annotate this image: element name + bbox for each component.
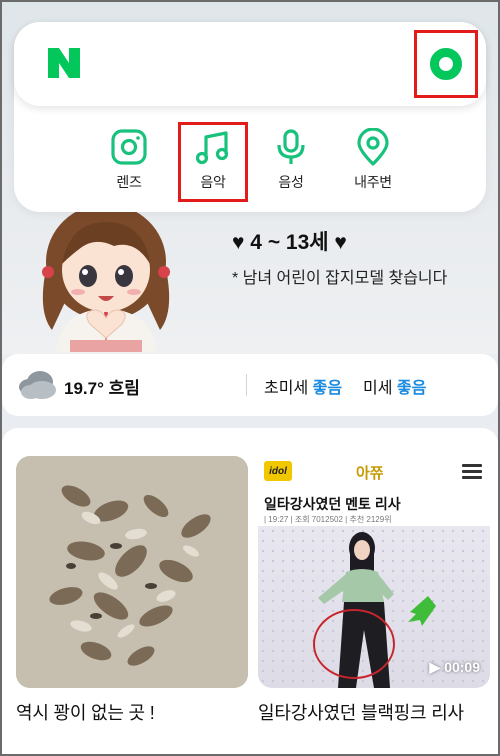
ad-title[interactable]: ♥ 4 ~ 13세 ♥ xyxy=(232,226,347,256)
green-dot-icon xyxy=(430,48,462,80)
article-title: 일타강사였던 멘토 리사 xyxy=(264,496,401,512)
brand-name: 아쮸 xyxy=(356,465,384,482)
idol-logo: idol xyxy=(264,461,292,481)
search-bar[interactable] xyxy=(14,22,486,106)
tool-label: 내주변 xyxy=(354,174,392,190)
music-note-icon xyxy=(195,131,229,165)
naver-logo-icon[interactable] xyxy=(46,46,82,80)
feed-card[interactable]: 역시 꽝이 없는 곳 ! xyxy=(16,456,248,728)
video-frame: ▶ 00:09 xyxy=(258,526,490,688)
article-meta: | 19:27 | 조회 7012502 | 추천 2129위 xyxy=(264,515,392,524)
tool-label: 음성 xyxy=(278,174,304,190)
dust-label: 미세 xyxy=(362,380,393,397)
ad-subtitle[interactable]: * 남녀 어린이 잡지모델 찾습니다 xyxy=(232,264,447,288)
dust-info: 초미세 좋음 미세 좋음 xyxy=(264,374,426,398)
content-feed: 역시 꽝이 없는 곳 ! idol 아쮸 일타강사였던 멘토 리사 | 19:2… xyxy=(2,428,498,754)
squid-photo xyxy=(16,456,248,688)
feed-caption[interactable]: 역시 꽝이 없는 곳 ! xyxy=(16,698,248,728)
divider xyxy=(246,374,247,396)
tool-nearby[interactable]: 내주변 xyxy=(338,122,408,202)
fine-dust-value: 좋음 xyxy=(312,380,343,397)
microphone-icon xyxy=(277,129,305,164)
tool-voice[interactable]: 음성 xyxy=(256,122,326,202)
cloud-icon xyxy=(19,371,56,399)
ad-illustration xyxy=(42,204,170,352)
tool-lens[interactable]: 렌즈 xyxy=(94,122,164,202)
feed-thumbnail[interactable] xyxy=(16,456,248,688)
tool-label: 음악 xyxy=(200,174,226,190)
location-pin-icon xyxy=(357,128,389,166)
video-duration: ▶ 00:09 xyxy=(429,659,480,675)
lens-icon xyxy=(111,129,147,165)
search-card: 렌즈 음악 음성 내주변 xyxy=(14,22,486,212)
weather-temp: 19.7° 흐림 xyxy=(64,379,140,398)
hamburger-menu-icon xyxy=(462,464,482,480)
search-tools: 렌즈 음악 음성 내주변 xyxy=(14,122,486,202)
green-dot-button[interactable] xyxy=(414,30,478,98)
article-header: idol 아쮸 xyxy=(258,456,490,490)
dust-value: 좋음 xyxy=(396,380,427,397)
tool-label: 렌즈 xyxy=(116,174,142,190)
feed-card[interactable]: idol 아쮸 일타강사였던 멘토 리사 | 19:27 | 조회 701250… xyxy=(258,456,490,728)
tool-music[interactable]: 음악 xyxy=(178,122,248,202)
fine-dust-label: 초미세 xyxy=(264,380,309,397)
feed-caption[interactable]: 일타강사였던 블랙핑크 리사 xyxy=(258,698,490,728)
feed-thumbnail[interactable]: idol 아쮸 일타강사였던 멘토 리사 | 19:27 | 조회 701250… xyxy=(258,456,490,688)
weather-card[interactable]: 19.7° 흐림 초미세 좋음 미세 좋음 xyxy=(2,354,498,416)
